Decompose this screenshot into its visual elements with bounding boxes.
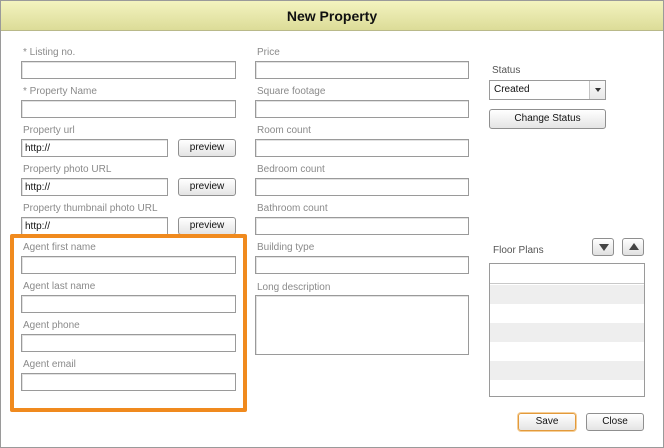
list-item[interactable] [490, 285, 644, 304]
list-item[interactable] [490, 361, 644, 380]
building-type-label: Building type [257, 242, 315, 253]
room-count-input[interactable] [255, 139, 469, 157]
property-name-input[interactable] [21, 100, 236, 118]
photo-url-input[interactable] [21, 178, 168, 196]
price-label: Price [257, 47, 280, 58]
square-footage-label: Square footage [257, 86, 326, 97]
change-status-button[interactable]: Change Status [489, 109, 606, 129]
property-url-input[interactable] [21, 139, 168, 157]
preview-thumbnail-button[interactable]: preview [178, 217, 236, 235]
thumbnail-url-label: Property thumbnail photo URL [23, 203, 158, 214]
preview-url-button[interactable]: preview [178, 139, 236, 157]
property-name-label: * Property Name [23, 86, 97, 97]
listing-no-label: * Listing no. [23, 47, 76, 58]
floor-plans-list[interactable] [489, 263, 645, 397]
status-select[interactable]: Created [489, 80, 606, 100]
list-item[interactable] [490, 323, 644, 342]
move-down-button[interactable] [592, 238, 614, 256]
room-count-label: Room count [257, 125, 311, 136]
square-footage-input[interactable] [255, 100, 469, 118]
agent-last-name-input[interactable] [21, 295, 236, 313]
agent-last-name-label: Agent last name [23, 281, 96, 292]
floor-plans-list-header [490, 264, 644, 284]
status-selected-value: Created [494, 84, 530, 95]
arrow-up-icon [629, 243, 639, 250]
building-type-input[interactable] [255, 256, 469, 274]
floor-plans-label: Floor Plans [493, 245, 544, 256]
bathroom-count-input[interactable] [255, 217, 469, 235]
bedroom-count-label: Bedroom count [257, 164, 325, 175]
agent-phone-label: Agent phone [23, 320, 80, 331]
photo-url-label: Property photo URL [23, 164, 112, 175]
thumbnail-url-input[interactable] [21, 217, 168, 235]
listing-no-input[interactable] [21, 61, 236, 79]
agent-phone-input[interactable] [21, 334, 236, 352]
bathroom-count-label: Bathroom count [257, 203, 328, 214]
list-item[interactable] [490, 342, 644, 361]
close-button[interactable]: Close [586, 413, 644, 431]
status-label: Status [492, 65, 521, 76]
list-item[interactable] [490, 380, 644, 396]
arrow-down-icon [599, 244, 609, 251]
save-button[interactable]: Save [518, 413, 576, 431]
chevron-down-icon[interactable] [589, 81, 605, 99]
long-description-textarea[interactable] [255, 295, 469, 355]
dialog-title: New Property [1, 1, 663, 31]
agent-email-label: Agent email [23, 359, 76, 370]
property-url-label: Property url [23, 125, 75, 136]
agent-first-name-label: Agent first name [23, 242, 96, 253]
bedroom-count-input[interactable] [255, 178, 469, 196]
preview-photo-button[interactable]: preview [178, 178, 236, 196]
agent-first-name-input[interactable] [21, 256, 236, 274]
list-item[interactable] [490, 304, 644, 323]
move-up-button[interactable] [622, 238, 644, 256]
new-property-dialog: New Property * Listing no. * Property Na… [0, 0, 664, 448]
long-description-label: Long description [257, 282, 331, 293]
price-input[interactable] [255, 61, 469, 79]
agent-email-input[interactable] [21, 373, 236, 391]
